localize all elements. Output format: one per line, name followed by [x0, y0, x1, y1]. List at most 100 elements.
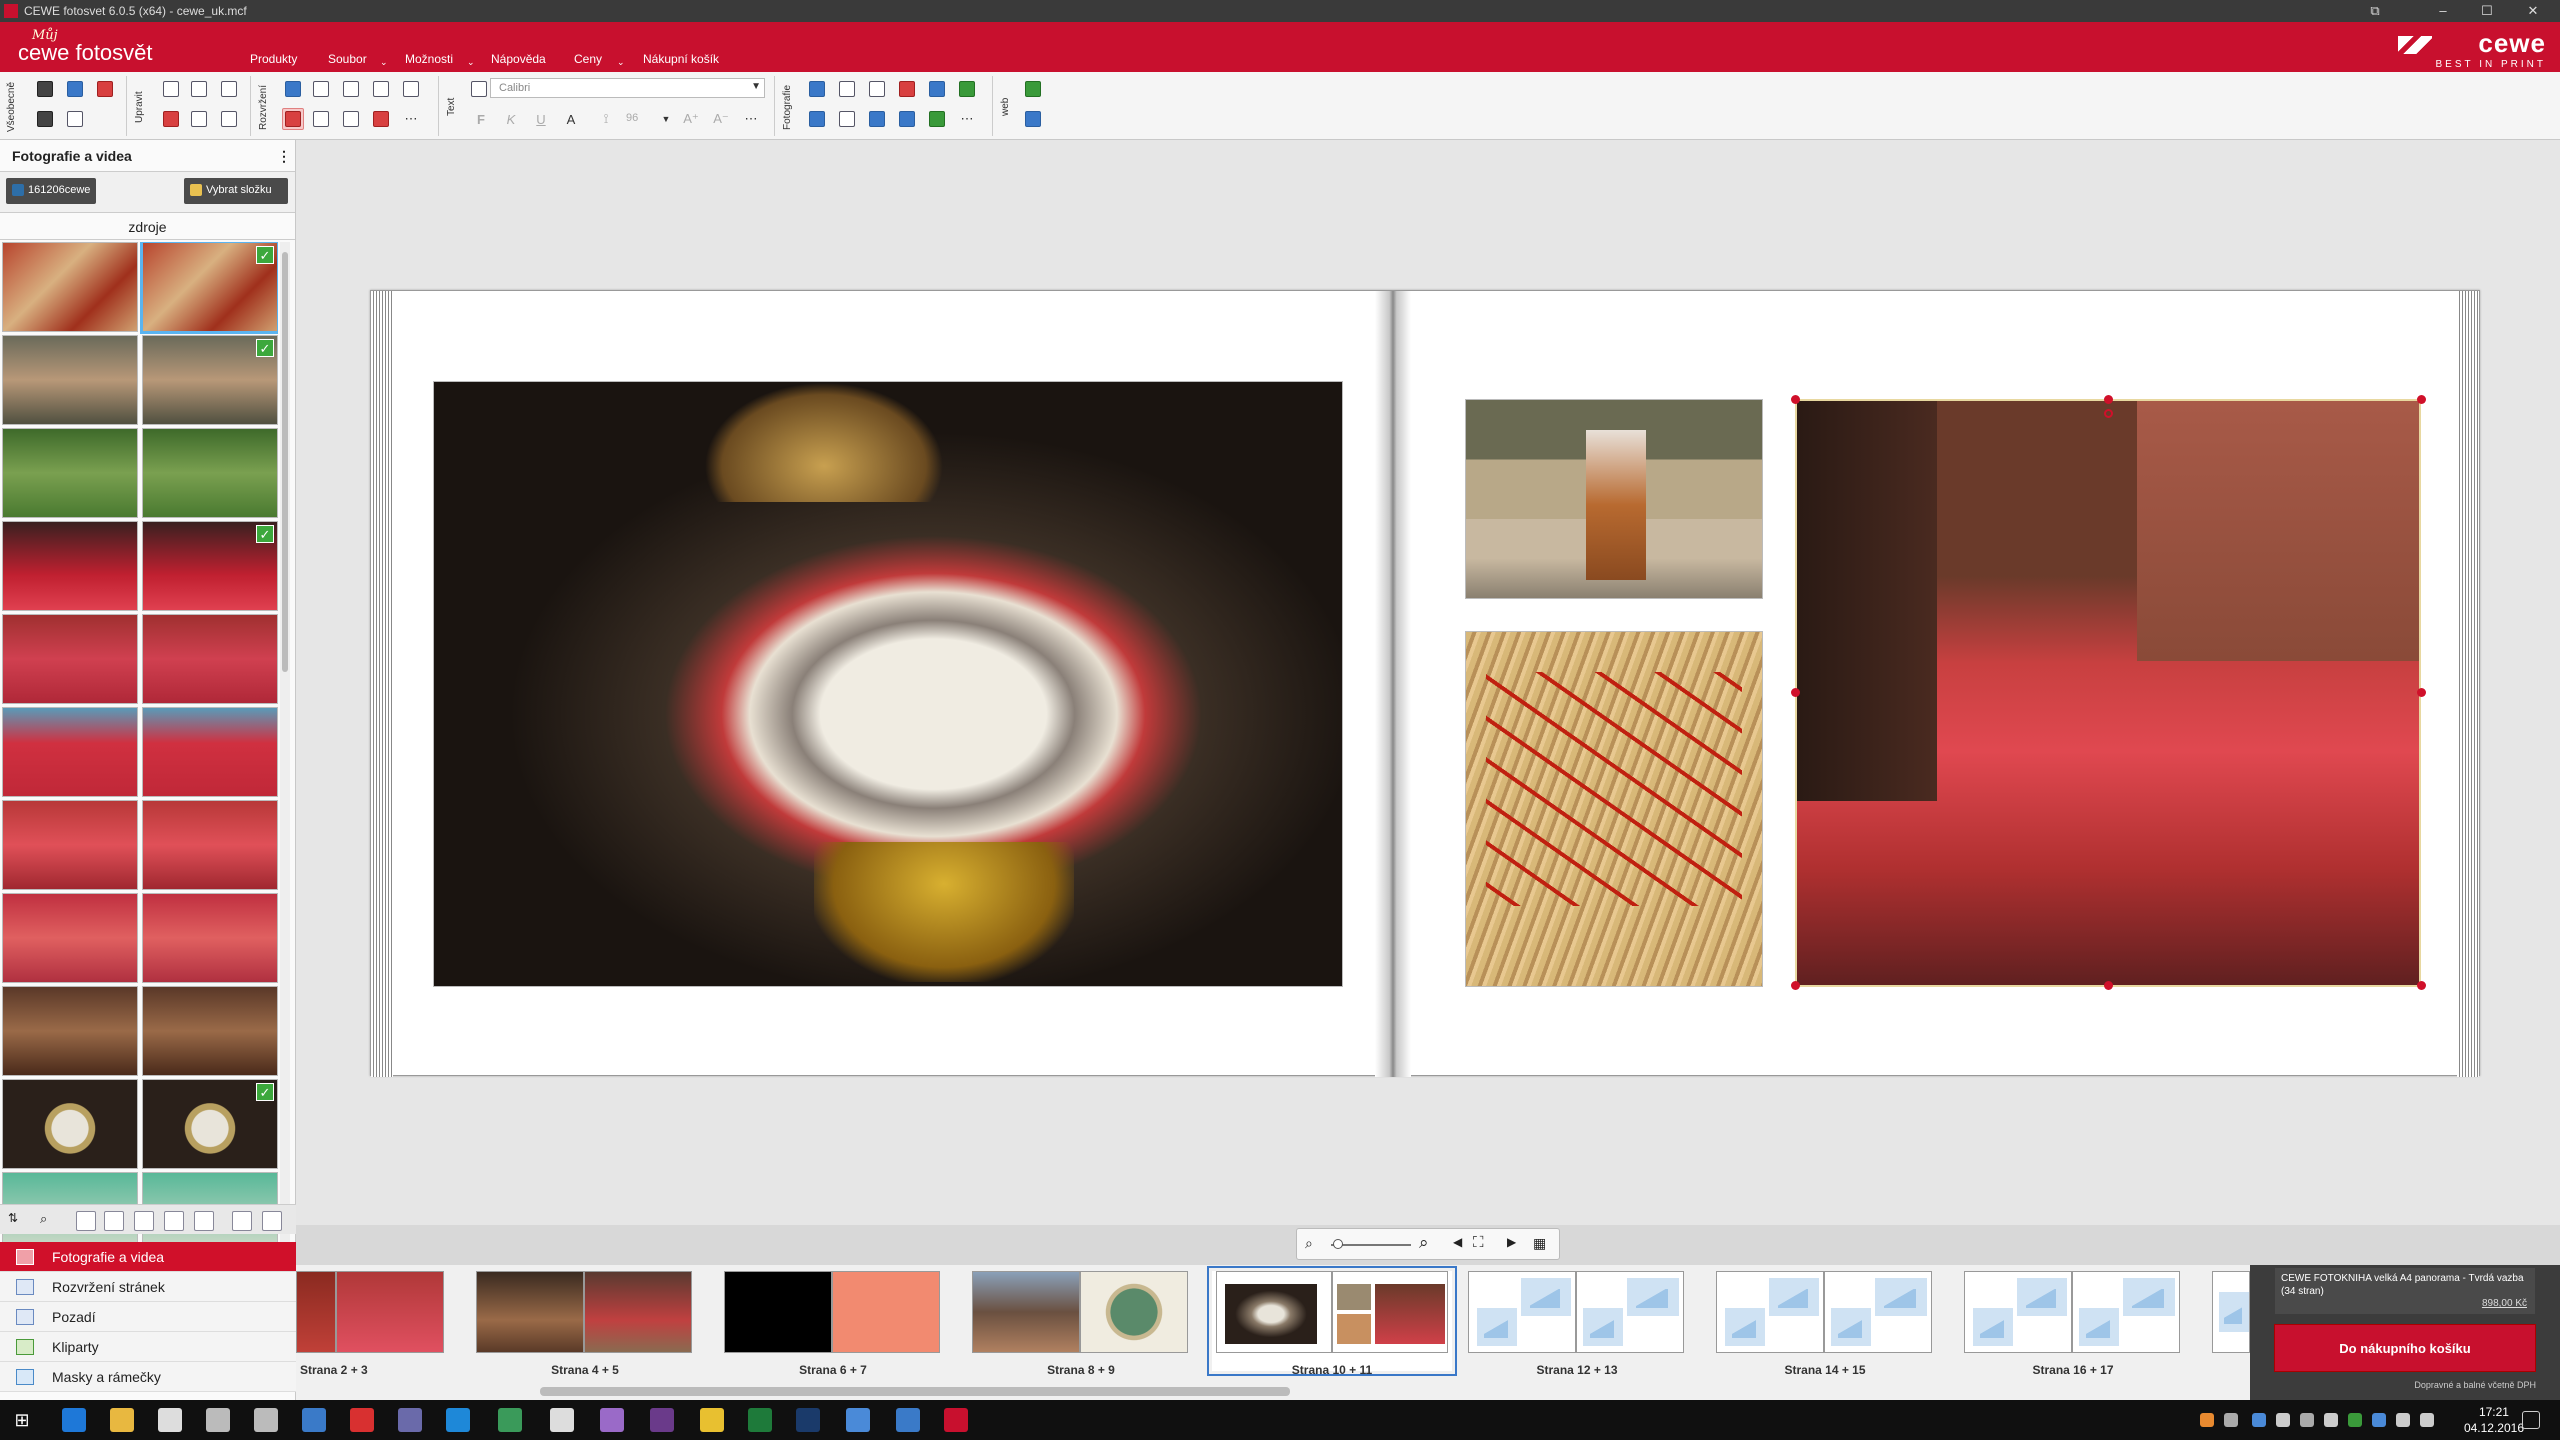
network-icon[interactable] [2324, 1413, 2338, 1427]
adjust-icon[interactable] [806, 108, 828, 130]
photo-edit-icon[interactable] [806, 78, 828, 100]
photo-thumb[interactable] [2, 707, 138, 797]
photo-thumb[interactable]: ✓ [142, 1079, 278, 1169]
app-purple-icon[interactable] [600, 1408, 624, 1432]
scrollbar-thumb[interactable] [282, 252, 288, 672]
highlight-icon[interactable]: ⟟ [595, 108, 617, 130]
web-upload-icon[interactable] [1022, 78, 1044, 100]
photo-thumb[interactable] [2, 1079, 138, 1169]
table-icon[interactable] [896, 108, 918, 130]
redeye-icon[interactable] [896, 78, 918, 100]
photo-thumb[interactable] [142, 428, 278, 518]
flip-icon[interactable] [340, 78, 362, 100]
spread-6-7[interactable]: Strana 6 + 7 [724, 1271, 942, 1377]
maximize-icon[interactable]: ☐ [2464, 0, 2510, 22]
add-to-cart-button[interactable]: Do nákupního košíku [2274, 1324, 2536, 1372]
resize-handle[interactable] [2417, 395, 2426, 404]
tray-icon[interactable] [2200, 1413, 2214, 1427]
panel-menu-icon[interactable]: ⋮ [277, 148, 291, 165]
spread-14-15[interactable]: Strana 14 + 15 [1716, 1271, 1934, 1377]
spread-12-13[interactable]: Strana 12 + 13 [1468, 1271, 1686, 1377]
photo-thumb[interactable] [2, 614, 138, 704]
layout-active-icon[interactable] [282, 108, 304, 130]
photo-thumb[interactable] [142, 614, 278, 704]
photo-thumb[interactable] [2, 986, 138, 1076]
bluetooth-icon[interactable] [2372, 1413, 2386, 1427]
grid-view-icon[interactable] [76, 1211, 96, 1231]
photo-thumb[interactable] [2, 428, 138, 518]
battery-icon[interactable] [2348, 1413, 2362, 1427]
chevron-down-icon[interactable]: ⌄ [467, 57, 475, 68]
chevron-down-icon[interactable]: ▼ [751, 81, 761, 92]
photo-grid-scrollbar[interactable] [280, 242, 290, 1242]
effects-icon[interactable] [866, 108, 888, 130]
document-icon[interactable] [254, 1408, 278, 1432]
photoshop-icon[interactable] [796, 1408, 820, 1432]
photo-old-woman[interactable] [1465, 399, 1763, 599]
arrange-icon[interactable] [370, 78, 392, 100]
app-violet-icon[interactable] [650, 1408, 674, 1432]
photo-chilies[interactable] [1465, 631, 1763, 987]
resize-handle[interactable] [2104, 395, 2113, 404]
open-icon[interactable] [64, 78, 86, 100]
copy-icon[interactable] [188, 108, 210, 130]
web-globe-icon[interactable] [1022, 108, 1044, 130]
menu-ceny[interactable]: Ceny [574, 52, 602, 66]
resize-handle[interactable] [2104, 981, 2113, 990]
tray-icon[interactable] [2252, 1413, 2266, 1427]
photo-thumb[interactable]: ✓ [142, 335, 278, 425]
shrink-font-icon[interactable]: A⁻ [710, 108, 732, 130]
layout-2-icon[interactable] [134, 1211, 154, 1231]
photo-statue[interactable] [433, 381, 1343, 987]
delete-icon[interactable] [218, 78, 240, 100]
explorer-icon[interactable] [110, 1408, 134, 1432]
photo-thumb-selected[interactable]: ✓ [140, 242, 278, 334]
italic-icon[interactable]: K [500, 108, 522, 130]
menu-kosik[interactable]: Nákupní košík [643, 52, 719, 66]
restore-icon[interactable]: ⧉ [2352, 0, 2398, 22]
resize-handle[interactable] [1791, 688, 1800, 697]
grid-icon[interactable] [282, 78, 304, 100]
fit-screen-icon[interactable]: ⛶ [1473, 1234, 1484, 1251]
bold-icon[interactable]: F [470, 108, 492, 130]
store-icon[interactable] [158, 1408, 182, 1432]
layout-4-icon[interactable] [194, 1211, 214, 1231]
cewe-taskbar-icon[interactable] [944, 1408, 968, 1432]
resize-handle[interactable] [1791, 981, 1800, 990]
nav-photos[interactable]: Fotografie a videa [0, 1242, 296, 1272]
tray-icon[interactable] [2276, 1413, 2290, 1427]
notepad-icon[interactable] [846, 1408, 870, 1432]
layout-3-icon[interactable] [164, 1211, 184, 1231]
chevron-down-icon[interactable]: ▼ [655, 108, 677, 130]
rotate-icon[interactable] [310, 78, 332, 100]
underline-icon[interactable]: U [530, 108, 552, 130]
spread-2-3[interactable]: Strana 2 + 3 [296, 1271, 446, 1377]
font-select[interactable]: Calibri ▼ [490, 78, 765, 98]
layer-icon[interactable] [310, 108, 332, 130]
edge-icon[interactable] [62, 1408, 86, 1432]
spread-4-5[interactable]: Strana 4 + 5 [476, 1271, 694, 1377]
chevron-down-icon[interactable]: ⌄ [380, 57, 388, 68]
save-as-icon[interactable] [34, 108, 56, 130]
group-icon[interactable] [400, 78, 422, 100]
image-icon[interactable] [926, 78, 948, 100]
align-icon[interactable] [340, 108, 362, 130]
start-icon[interactable]: ⊞ [10, 1408, 34, 1432]
filter-icon[interactable] [232, 1211, 252, 1231]
paste-icon[interactable] [218, 108, 240, 130]
skype-icon[interactable] [446, 1408, 470, 1432]
app-icon[interactable] [398, 1408, 422, 1432]
save-icon[interactable] [34, 78, 56, 100]
resize-handle[interactable] [1791, 395, 1800, 404]
grow-font-icon[interactable]: A⁺ [680, 108, 702, 130]
more-icon[interactable]: ⋯ [740, 108, 762, 130]
app-u2-icon[interactable] [896, 1408, 920, 1432]
photo-thumb[interactable] [142, 707, 278, 797]
frame-icon[interactable] [926, 108, 948, 130]
layout-1-icon[interactable] [104, 1211, 124, 1231]
text-box-icon[interactable] [468, 78, 490, 100]
more-icon[interactable]: ⋯ [956, 108, 978, 130]
page-overview-icon[interactable]: ▦ [1533, 1235, 1546, 1252]
cut-icon[interactable] [160, 108, 182, 130]
photo-thumb[interactable] [2, 521, 138, 611]
